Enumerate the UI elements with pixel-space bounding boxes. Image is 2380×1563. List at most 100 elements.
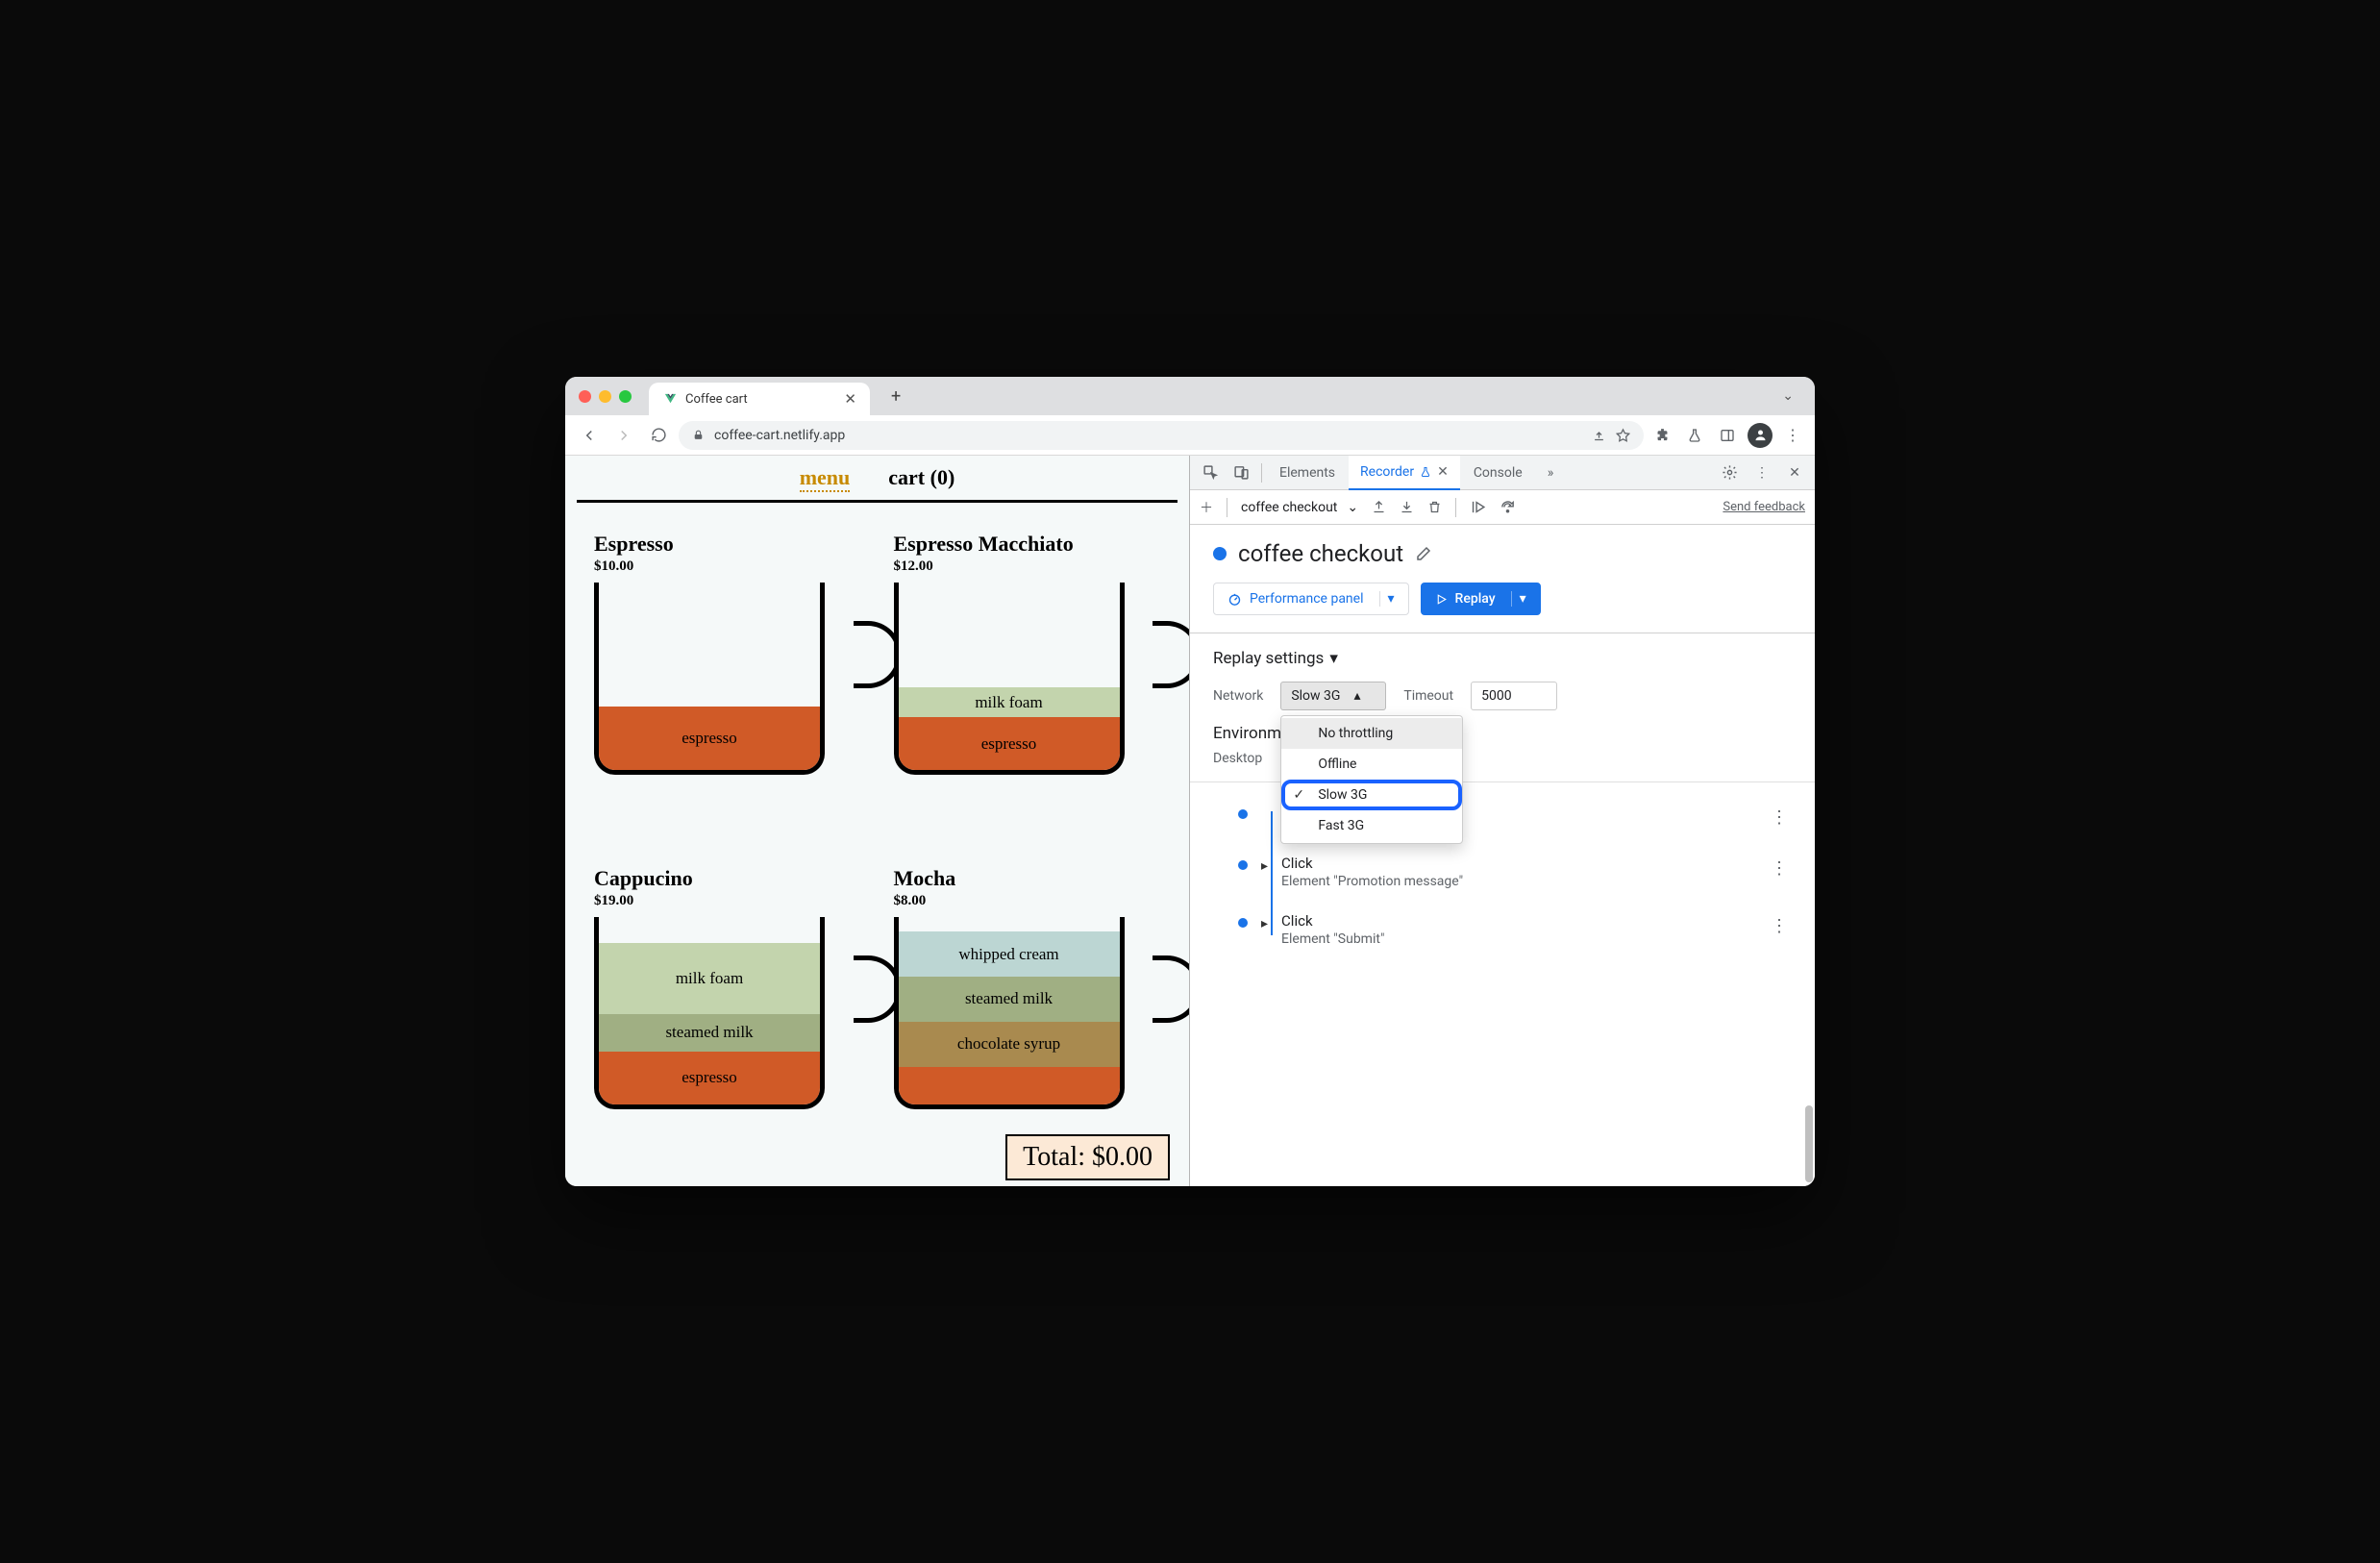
step-over-icon[interactable] <box>1500 499 1516 515</box>
layer-whipped-cream: whipped cream <box>899 931 1120 977</box>
step-menu-icon[interactable]: ⋮ <box>1763 855 1796 882</box>
labs-icon[interactable] <box>1682 423 1707 448</box>
recording-selector[interactable]: coffee checkout ⌄ <box>1241 500 1358 515</box>
new-tab-button[interactable]: + <box>883 383 908 410</box>
step-menu-icon[interactable]: ⋮ <box>1763 804 1796 831</box>
step-detail: Element "Promotion message" <box>1281 874 1463 889</box>
export-icon[interactable] <box>1372 500 1386 514</box>
chevron-down-icon: ⌄ <box>1347 500 1358 515</box>
scrollbar-thumb[interactable] <box>1805 1105 1813 1182</box>
import-icon[interactable] <box>1400 500 1414 514</box>
address-bar[interactable]: coffee-cart.netlify.app <box>679 421 1644 450</box>
window-zoom-button[interactable] <box>619 390 632 403</box>
tab-title: Coffee cart <box>685 392 748 407</box>
reload-button[interactable] <box>644 421 673 450</box>
extensions-icon[interactable] <box>1649 423 1674 448</box>
replay-label: Replay <box>1455 591 1496 607</box>
device-toggle-icon[interactable] <box>1227 459 1255 487</box>
window-minimize-button[interactable] <box>599 390 611 403</box>
back-button[interactable] <box>575 421 604 450</box>
cup[interactable]: espresso <box>594 583 861 775</box>
action-buttons: Performance panel ▾ Replay ▾ <box>1213 583 1792 615</box>
recording-title: coffee checkout <box>1238 540 1403 567</box>
item-name: Mocha <box>894 866 1161 891</box>
inspect-element-icon[interactable] <box>1196 459 1225 487</box>
cup[interactable]: milk foam steamed milk espresso <box>594 917 861 1109</box>
layer-espresso: espresso <box>599 707 820 770</box>
environment-value: Desktop <box>1213 751 1262 766</box>
total-box[interactable]: Total: $0.00 <box>1005 1134 1170 1180</box>
browser-menu-icon[interactable]: ⋮ <box>1780 423 1805 448</box>
network-option-slow-3g[interactable]: Slow 3G <box>1281 780 1462 810</box>
settings-row-network: Network Slow 3G ▴ No throttling Offline … <box>1213 682 1792 710</box>
chevron-down-icon[interactable]: ▾ <box>1511 591 1526 607</box>
new-recording-icon[interactable]: ＋ <box>1200 498 1213 517</box>
browser-toolbar-icons: ⋮ <box>1649 423 1805 448</box>
profile-avatar-icon[interactable] <box>1748 423 1773 448</box>
layer-espresso: espresso <box>599 1052 820 1104</box>
forward-button[interactable] <box>609 421 638 450</box>
devtools-tab-bar: Elements Recorder ✕ Console » ⋮ ✕ <box>1190 456 1815 490</box>
recorder-header: coffee checkout Performance panel ▾ Repl… <box>1190 525 1815 633</box>
close-tab-icon[interactable]: ✕ <box>844 390 856 408</box>
browser-tab[interactable]: Coffee cart ✕ <box>649 383 870 415</box>
menu-grid: Espresso $10.00 espresso Espresso Macchi… <box>565 503 1189 1186</box>
menu-link[interactable]: menu <box>800 465 851 492</box>
step-menu-icon[interactable]: ⋮ <box>1763 912 1796 940</box>
cup-handle-icon <box>1153 621 1189 688</box>
cup-handle-icon <box>1153 955 1189 1023</box>
step-play-icon[interactable] <box>1470 499 1486 515</box>
network-option-fast-3g[interactable]: Fast 3G <box>1281 810 1462 841</box>
send-feedback-link[interactable]: Send feedback <box>1723 500 1805 514</box>
network-option-offline[interactable]: Offline <box>1281 749 1462 780</box>
timeout-label: Timeout <box>1403 688 1453 704</box>
performance-panel-button[interactable]: Performance panel ▾ <box>1213 583 1409 615</box>
network-dropdown: No throttling Offline Slow 3G Fast 3G <box>1280 715 1463 844</box>
replay-settings-label: Replay settings <box>1213 649 1324 668</box>
replay-settings-toggle[interactable]: Replay settings ▾ <box>1213 649 1792 668</box>
recorder-toolbar: ＋ coffee checkout ⌄ Send feedback <box>1190 490 1815 525</box>
settings-gear-icon[interactable] <box>1715 459 1744 487</box>
close-panel-icon[interactable]: ✕ <box>1437 464 1449 480</box>
tab-elements[interactable]: Elements <box>1268 456 1347 490</box>
step-detail: Element "Submit" <box>1281 931 1384 947</box>
cart-link[interactable]: cart (0) <box>888 465 954 492</box>
recording-title-row: coffee checkout <box>1213 540 1792 567</box>
close-devtools-icon[interactable]: ✕ <box>1780 459 1809 487</box>
bookmark-star-icon[interactable] <box>1616 428 1630 442</box>
side-panel-icon[interactable] <box>1715 423 1740 448</box>
replay-button[interactable]: Replay ▾ <box>1421 583 1541 615</box>
layer-steamed-milk: steamed milk <box>899 977 1120 1022</box>
tab-recorder[interactable]: Recorder ✕ <box>1349 456 1460 490</box>
network-value: Slow 3G <box>1291 688 1340 704</box>
step-action: Click <box>1281 912 1384 930</box>
tabs-dropdown-icon[interactable]: ⌄ <box>1774 385 1801 408</box>
delete-icon[interactable] <box>1427 500 1442 514</box>
caret-down-icon: ▾ <box>1329 649 1338 668</box>
network-throttle-select[interactable]: Slow 3G ▴ No throttling Offline Slow 3G … <box>1280 682 1386 710</box>
window-close-button[interactable] <box>579 390 591 403</box>
tab-console[interactable]: Console <box>1462 456 1534 490</box>
traffic-lights <box>579 390 632 403</box>
timeout-input[interactable]: 5000 <box>1471 682 1557 710</box>
layer-milk-foam: milk foam <box>899 687 1120 717</box>
network-option-no-throttling[interactable]: No throttling <box>1281 718 1462 749</box>
item-price: $10.00 <box>594 558 861 575</box>
menu-item-espresso: Espresso $10.00 espresso <box>594 532 861 843</box>
chevron-down-icon[interactable]: ▾ <box>1379 591 1395 607</box>
more-tabs-icon[interactable]: » <box>1536 456 1566 490</box>
devtools-menu-icon[interactable]: ⋮ <box>1748 459 1776 487</box>
expand-caret-icon[interactable]: ▸ <box>1261 858 1268 874</box>
coffee-cart-page: menu cart (0) Espresso $10.00 espresso E… <box>565 456 1190 1186</box>
item-price: $8.00 <box>894 893 1161 909</box>
share-icon[interactable] <box>1592 428 1606 442</box>
expand-caret-icon[interactable]: ▸ <box>1261 916 1268 931</box>
item-price: $12.00 <box>894 558 1161 575</box>
cup[interactable]: whipped cream steamed milk chocolate syr… <box>894 917 1161 1109</box>
step-row[interactable]: ▸ Click Element "Promotion message" ⋮ <box>1228 843 1805 901</box>
cup[interactable]: milk foam espresso <box>894 583 1161 775</box>
step-row[interactable]: ▸ Click Element "Submit" ⋮ <box>1228 901 1805 958</box>
content-area: menu cart (0) Espresso $10.00 espresso E… <box>565 456 1815 1186</box>
performance-panel-label: Performance panel <box>1250 591 1364 607</box>
edit-title-icon[interactable] <box>1415 545 1432 562</box>
